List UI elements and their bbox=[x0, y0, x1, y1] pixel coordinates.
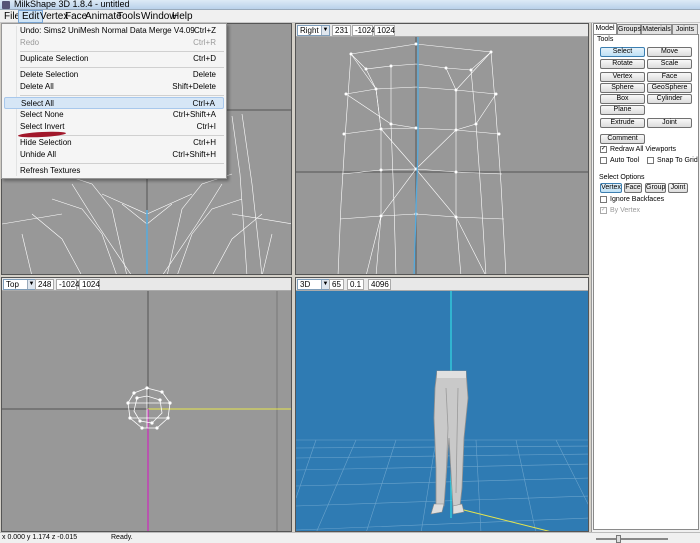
face-tool-button[interactable]: Face bbox=[647, 72, 692, 82]
menu-item-duplicate-selection[interactable]: Duplicate Selection Ctrl+D bbox=[4, 53, 224, 65]
menu-item-delete-all[interactable]: Delete All Shift+Delete bbox=[4, 81, 224, 93]
tab-groups[interactable]: Groups bbox=[617, 24, 641, 34]
menu-item-delete-selection[interactable]: Delete Selection Delete bbox=[4, 69, 224, 81]
viewport-right[interactable]: Right ▼ 231 -1024 1024 bbox=[295, 23, 589, 275]
tab-model[interactable]: Model bbox=[593, 23, 617, 34]
app-icon bbox=[2, 1, 10, 9]
select-options-label: Select Options bbox=[599, 174, 645, 181]
coordinates-readout: x 0.000 y 1.174 z -0.015 bbox=[2, 534, 78, 541]
3d-scene bbox=[296, 291, 588, 531]
slider-track bbox=[596, 538, 668, 540]
checkbox-icon bbox=[647, 157, 654, 164]
geosphere-tool-button[interactable]: GeoSphere bbox=[647, 83, 692, 93]
checkbox-icon bbox=[600, 196, 607, 203]
sphere-tool-button[interactable]: Sphere bbox=[600, 83, 645, 93]
cylinder-tool-button[interactable]: Cylinder bbox=[647, 94, 692, 104]
move-tool-button[interactable]: Move bbox=[647, 47, 692, 57]
status-text: Ready. bbox=[111, 534, 133, 541]
checkbox-icon bbox=[600, 157, 607, 164]
menu-item-undo[interactable]: Undo: Sims2 UniMesh Normal Data Merge V4… bbox=[4, 25, 224, 37]
menu-item-hide-selection[interactable]: Hide Selection Ctrl+H bbox=[4, 137, 224, 149]
edit-menu-dropdown: Undo: Sims2 UniMesh Normal Data Merge V4… bbox=[1, 23, 227, 179]
menu-item-redo: Redo Ctrl+R bbox=[20, 38, 216, 47]
menu-item-unhide-all[interactable]: Unhide All Ctrl+Shift+H bbox=[4, 149, 224, 161]
tool-panel: Model Groups Materials Joints Tools Sele… bbox=[591, 23, 700, 532]
rotate-tool-button[interactable]: Rotate bbox=[600, 59, 645, 69]
menu-help[interactable]: Help bbox=[169, 10, 196, 23]
select-mode-group-button[interactable]: Group bbox=[645, 183, 666, 193]
extrude-tool-button[interactable]: Extrude bbox=[600, 118, 645, 128]
joint-tool-button[interactable]: Joint bbox=[647, 118, 692, 128]
menu-separator bbox=[20, 51, 224, 52]
menu-separator bbox=[20, 163, 224, 164]
by-vertex-checkbox: ✓ By Vertex bbox=[600, 207, 640, 214]
menu-bar: File Edit Vertex Face Animate Tools Wind… bbox=[0, 10, 700, 23]
menu-separator bbox=[20, 95, 224, 96]
top-wireframe bbox=[2, 291, 291, 531]
menu-item-refresh-textures[interactable]: Refresh Textures bbox=[4, 165, 224, 177]
panel-tabs: Model Groups Materials Joints bbox=[592, 23, 700, 34]
auto-tool-checkbox[interactable]: Auto Tool bbox=[600, 157, 645, 165]
menu-item-select-none[interactable]: Select None Ctrl+Shift+A bbox=[4, 109, 224, 121]
viewport-3d[interactable]: 3D ▼ 65 0.1 4096 bbox=[295, 277, 589, 532]
title-bar: MilkShape 3D 1.8.4 - untitled bbox=[0, 0, 700, 10]
tab-joints[interactable]: Joints bbox=[672, 24, 698, 34]
plane-tool-button[interactable]: Plane bbox=[600, 105, 645, 115]
select-mode-joint-button[interactable]: Joint bbox=[668, 183, 688, 193]
scale-tool-button[interactable]: Scale bbox=[647, 59, 692, 69]
ignore-backfaces-checkbox[interactable]: Ignore Backfaces bbox=[600, 196, 680, 204]
vertex-tool-button[interactable]: Vertex bbox=[600, 72, 645, 82]
menu-item-select-all[interactable]: Select All Ctrl+A bbox=[4, 97, 224, 109]
viewport-top[interactable]: Top ▼ 248 -1024 1024 bbox=[1, 277, 292, 532]
tab-materials[interactable]: Materials bbox=[641, 24, 672, 34]
check-icon: ✓ bbox=[600, 146, 607, 153]
comment-button[interactable]: Comment bbox=[600, 134, 645, 144]
model-tab-content: Tools Select Move Rotate Scale Vertex Fa… bbox=[593, 34, 699, 530]
menu-separator bbox=[20, 67, 224, 68]
box-tool-button[interactable]: Box bbox=[600, 94, 645, 104]
tools-label: Tools bbox=[597, 36, 614, 43]
select-tool-button[interactable]: Select bbox=[600, 47, 645, 57]
select-mode-face-button[interactable]: Face bbox=[624, 183, 642, 193]
menu-item-select-invert[interactable]: Select Invert Ctrl+I bbox=[4, 121, 224, 133]
select-mode-vertex-button[interactable]: Vertex bbox=[600, 183, 622, 193]
slider-thumb[interactable] bbox=[616, 535, 621, 543]
check-icon: ✓ bbox=[600, 207, 607, 214]
snap-to-grid-checkbox[interactable]: Snap To Grid bbox=[647, 157, 698, 165]
window-title: MilkShape 3D 1.8.4 - untitled bbox=[14, 0, 130, 9]
animation-slider[interactable] bbox=[592, 534, 672, 543]
right-wireframe bbox=[296, 37, 588, 274]
redraw-all-viewports-checkbox[interactable]: ✓ Redraw All Viewports bbox=[600, 146, 695, 154]
